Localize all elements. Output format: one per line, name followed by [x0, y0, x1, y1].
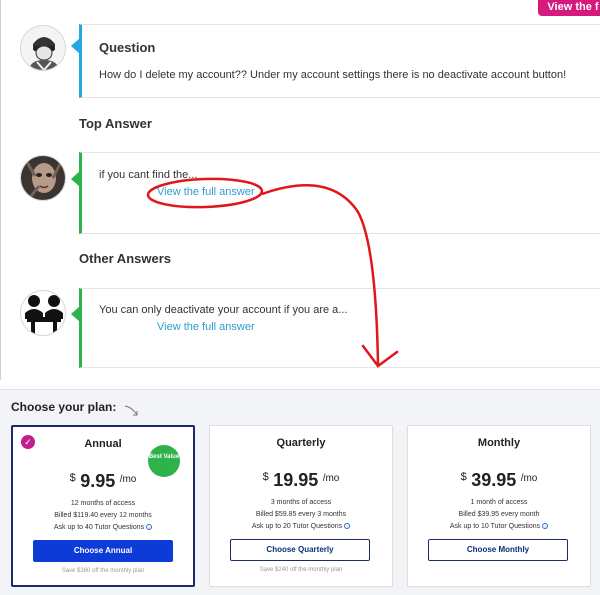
price-currency: $ [460, 471, 467, 483]
plan-name: Monthly [477, 437, 521, 449]
plan-billing: Billed $39.95 every month [458, 511, 540, 518]
plan-price: $ 39.95 /mo [408, 470, 590, 491]
plan-price: $ 9.95 /mo [13, 471, 193, 492]
info-icon[interactable]: i [542, 523, 549, 529]
info-icon[interactable]: i [344, 523, 351, 529]
top-answer-user-avatar[interactable] [20, 155, 66, 201]
choose-monthly-button[interactable]: Choose Monthly [428, 539, 568, 561]
other-answers-heading: Other Answers [79, 251, 171, 266]
plan-name: Quarterly [276, 437, 326, 449]
top-answer-text: if you cant find the... [99, 169, 198, 181]
other-answer-text: You can only deactivate your account if … [99, 304, 348, 316]
price-period: /mo [119, 474, 137, 485]
plan-billing: Billed $59.85 every 3 months [255, 511, 347, 518]
question-heading: Question [99, 40, 156, 55]
plan-questions-row: Ask up to 10 Tutor Questions i [408, 523, 590, 530]
other-answer-user-avatar[interactable] [20, 290, 66, 336]
curved-arrow-icon [124, 405, 138, 416]
user-avatar-icon [21, 26, 65, 70]
plan-savings: Save $240 off the monthly plan [259, 567, 343, 573]
price-currency: $ [69, 472, 76, 484]
other-answer-view-full-link[interactable]: View the full answer [157, 321, 255, 333]
user-avatar-icon [21, 291, 65, 335]
top-answer-heading: Top Answer [79, 116, 152, 131]
plan-price: $ 19.95 /mo [210, 470, 392, 491]
plan-section-title: Choose your plan: [11, 400, 117, 414]
question-text: How do I delete my account?? Under my ac… [99, 69, 567, 81]
price-amount: 9.95 [80, 471, 116, 491]
plan-questions-row: Ask up to 20 Tutor Questions i [210, 523, 392, 530]
plan-billing: Billed $119.40 every 12 months [54, 512, 152, 519]
price-period: /mo [520, 473, 538, 484]
plan-questions: Ask up to 10 Tutor Questions [449, 523, 541, 530]
plan-access: 12 months of access [70, 500, 136, 507]
price-period: /mo [322, 473, 340, 484]
choose-quarterly-button[interactable]: Choose Quarterly [230, 539, 370, 561]
plan-savings: Save $360 off the monthly plan [61, 568, 145, 574]
plan-card-monthly[interactable]: Monthly $ 39.95 /mo 1 month of access Bi… [407, 425, 591, 587]
plan-card-quarterly[interactable]: Quarterly $ 19.95 /mo 3 months of access… [209, 425, 393, 587]
plan-questions: Ask up to 40 Tutor Questions [53, 524, 145, 531]
price-currency: $ [262, 471, 269, 483]
choose-annual-button[interactable]: Choose Annual [33, 540, 173, 562]
plan-card-annual[interactable]: ✓ Annual Best Value $ 9.95 /mo 12 months… [11, 425, 195, 587]
price-amount: 39.95 [471, 470, 517, 490]
divider [0, 0, 1, 380]
top-bar: View the f [0, 0, 600, 20]
info-icon[interactable]: i [146, 524, 153, 530]
price-amount: 19.95 [273, 470, 319, 490]
plan-questions: Ask up to 20 Tutor Questions [251, 523, 343, 530]
top-answer-view-full-link[interactable]: View the full answer [157, 186, 255, 198]
view-full-answer-top-button[interactable]: View the f [538, 0, 600, 16]
question-card [79, 24, 600, 98]
question-user-avatar[interactable] [20, 25, 66, 71]
plan-access: 1 month of access [470, 499, 528, 506]
plan-questions-row: Ask up to 40 Tutor Questions i [13, 524, 193, 531]
user-avatar-icon [21, 156, 65, 200]
plan-access: 3 months of access [270, 499, 332, 506]
